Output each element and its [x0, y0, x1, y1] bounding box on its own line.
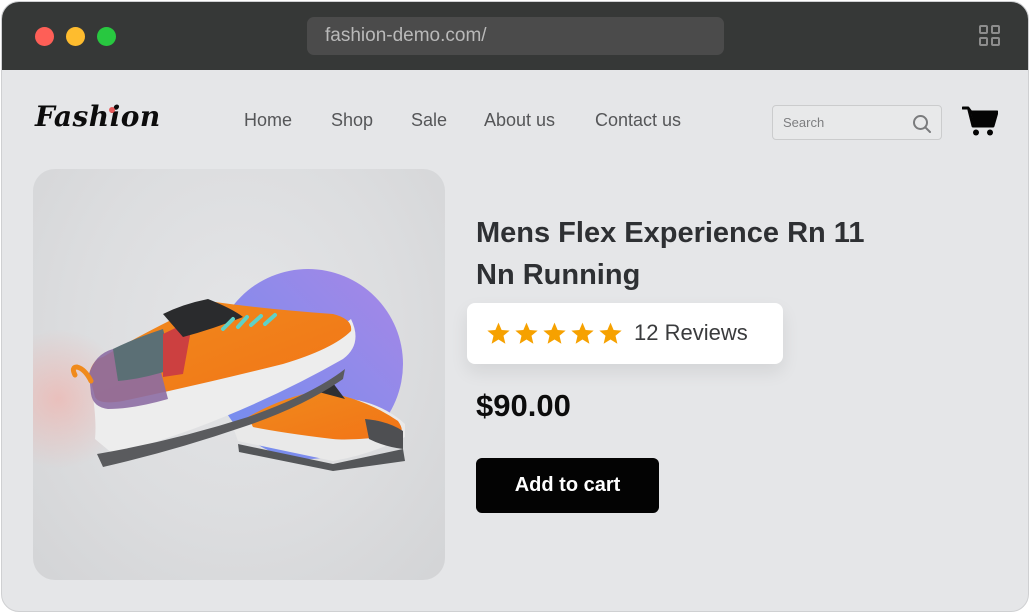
search-box: [772, 105, 942, 140]
search-input[interactable]: [783, 106, 913, 139]
browser-titlebar: fashion-demo.com/: [2, 2, 1028, 70]
grid-icon[interactable]: [979, 25, 1001, 47]
add-to-cart-button[interactable]: Add to cart: [476, 458, 659, 513]
search-icon[interactable]: [912, 114, 932, 134]
nav-home[interactable]: Home: [244, 110, 292, 131]
product-price: $90.00: [476, 388, 571, 423]
product-image[interactable]: [33, 169, 445, 580]
brand-logo[interactable]: Fashion: [35, 100, 161, 133]
maximize-window-button[interactable]: [97, 27, 116, 46]
nav-sale[interactable]: Sale: [411, 110, 447, 131]
nav-contact-us[interactable]: Contact us: [595, 110, 681, 131]
browser-window: fashion-demo.com/ Fashion Home Shop Sale…: [1, 1, 1029, 612]
nav-shop[interactable]: Shop: [331, 110, 373, 131]
reviews-link[interactable]: 12 Reviews: [634, 320, 748, 346]
address-bar[interactable]: fashion-demo.com/: [307, 17, 724, 55]
close-window-button[interactable]: [35, 27, 54, 46]
rating-card: 12 Reviews: [467, 303, 783, 364]
star-icon: [599, 322, 622, 344]
product-title: Mens Flex Experience Rn 11 Nn Running: [476, 217, 865, 291]
minimize-window-button[interactable]: [66, 27, 85, 46]
star-icon: [543, 322, 566, 344]
logo-accent-dot: [109, 107, 115, 113]
shopping-cart-icon[interactable]: [962, 105, 998, 137]
nav-about-us[interactable]: About us: [484, 110, 555, 131]
star-rating: [486, 321, 623, 346]
star-icon: [571, 322, 594, 344]
star-icon: [515, 322, 538, 344]
star-icon: [487, 322, 510, 344]
